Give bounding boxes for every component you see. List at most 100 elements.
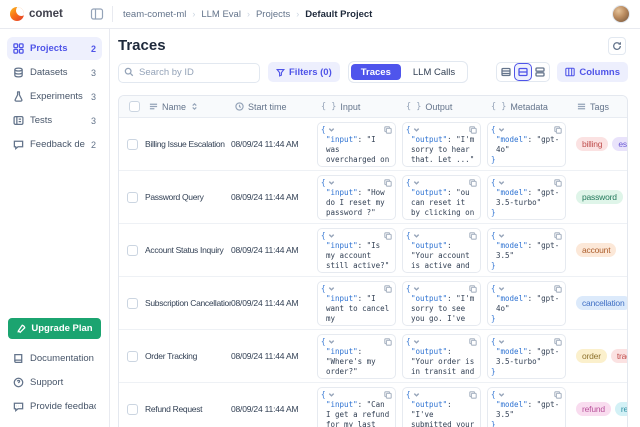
copy-icon[interactable] (384, 391, 392, 399)
row-checkbox[interactable] (127, 192, 138, 203)
chevron-down-icon[interactable] (328, 285, 335, 292)
input-json-cell[interactable]: { "input": "How do I reset my password ?… (317, 175, 396, 220)
chevron-down-icon[interactable] (328, 179, 335, 186)
chevron-down-icon[interactable] (328, 391, 335, 398)
metadata-json-cell[interactable]: { "model": "gpt-4o" } (487, 122, 566, 167)
chevron-down-icon[interactable] (498, 179, 505, 186)
comet-logo[interactable]: comet (0, 7, 78, 21)
refresh-button[interactable] (608, 37, 626, 55)
sidebar-toggle-icon[interactable] (90, 7, 104, 21)
tags-cell: billingescalation (573, 137, 627, 151)
copy-icon[interactable] (554, 391, 562, 399)
copy-icon[interactable] (554, 285, 562, 293)
copy-icon[interactable] (469, 391, 477, 399)
chevron-down-icon[interactable] (413, 232, 420, 239)
metadata-json-cell[interactable]: { "model": "gpt-3.5" } (487, 228, 566, 273)
table-row[interactable]: Password Query 08/09/24 11:44 AM { "inpu… (119, 171, 627, 224)
tab-llm-calls[interactable]: LLM Calls (403, 64, 465, 80)
density-small-button[interactable] (498, 64, 514, 80)
table-row[interactable]: Account Status Inquiry 08/09/24 11:44 AM… (119, 224, 627, 277)
output-json-cell[interactable]: { "output": "Your order is in transit an… (402, 334, 481, 379)
columns-button[interactable]: Columns (557, 62, 628, 82)
tab-traces[interactable]: Traces (351, 64, 401, 80)
copy-icon[interactable] (554, 338, 562, 346)
sidebar-item-documentation[interactable]: Documentation (7, 347, 102, 370)
tag-badge: cancellation (576, 296, 627, 310)
upgrade-plan-button[interactable]: Upgrade Plan (8, 318, 101, 339)
chevron-right-icon: › (296, 9, 299, 19)
select-all-checkbox[interactable] (129, 101, 140, 112)
chevron-down-icon[interactable] (328, 126, 335, 133)
chevron-down-icon[interactable] (413, 179, 420, 186)
chevron-down-icon[interactable] (413, 126, 420, 133)
copy-icon[interactable] (554, 179, 562, 187)
column-header-name[interactable]: Name (145, 102, 231, 112)
output-json-cell[interactable]: { "output": "Your account is active and … (402, 228, 481, 273)
chevron-down-icon[interactable] (498, 232, 505, 239)
table-row[interactable]: Refund Request 08/09/24 11:44 AM { "inpu… (119, 383, 627, 427)
input-json-cell[interactable]: { "input": "Is my account still active?"… (317, 228, 396, 273)
sidebar-item-experiments[interactable]: Experiments 3 (7, 85, 102, 108)
copy-icon[interactable] (384, 338, 392, 346)
copy-icon[interactable] (384, 285, 392, 293)
chevron-down-icon[interactable] (498, 285, 505, 292)
row-checkbox[interactable] (127, 351, 138, 362)
sidebar-item-tests[interactable]: Tests 3 (7, 109, 102, 132)
breadcrumb-project-group[interactable]: LLM Eval (201, 9, 241, 20)
copy-icon[interactable] (469, 338, 477, 346)
trace-name: Order Tracking (145, 351, 231, 361)
table-row[interactable]: Order Tracking 08/09/24 11:44 AM { "inpu… (119, 330, 627, 383)
output-json-cell[interactable]: { "output": "I've submitted your refund … (402, 387, 481, 427)
copy-icon[interactable] (554, 126, 562, 134)
metadata-json-cell[interactable]: { "model": "gpt-3.5-turbo" } (487, 334, 566, 379)
chevron-down-icon[interactable] (498, 391, 505, 398)
copy-icon[interactable] (469, 126, 477, 134)
row-checkbox[interactable] (127, 245, 138, 256)
copy-icon[interactable] (469, 285, 477, 293)
breadcrumb-projects[interactable]: Projects (256, 9, 290, 20)
copy-icon[interactable] (384, 179, 392, 187)
chevron-down-icon[interactable] (498, 126, 505, 133)
table-row[interactable]: Subscription Cancellation 08/09/24 11:44… (119, 277, 627, 330)
traces-table: Name Start time { } Input { } Output { } (118, 95, 628, 427)
table-body: Billing Issue Escalation 08/09/24 11:44 … (119, 118, 627, 427)
copy-icon[interactable] (384, 232, 392, 240)
copy-icon[interactable] (469, 232, 477, 240)
input-json-cell[interactable]: { "input": "I want to cancel my subscrip… (317, 281, 396, 326)
metadata-json-cell[interactable]: { "model": "gpt-4o" } (487, 281, 566, 326)
chevron-down-icon[interactable] (498, 338, 505, 345)
sidebar-item-feedback-definitions[interactable]: Feedback definitions 2 (7, 133, 102, 156)
output-json-cell[interactable]: { "output": "I'm sorry to hear that. Let… (402, 122, 481, 167)
chevron-down-icon[interactable] (328, 232, 335, 239)
input-json-cell[interactable]: { "input": "Where's my order?" } (317, 334, 396, 379)
output-json-cell[interactable]: { "output": "I'm sorry to see you go. I'… (402, 281, 481, 326)
chevron-down-icon[interactable] (328, 338, 335, 345)
row-checkbox[interactable] (127, 139, 138, 150)
row-checkbox[interactable] (127, 404, 138, 415)
metadata-json-cell[interactable]: { "model": "gpt-3.5" } (487, 387, 566, 427)
chevron-down-icon[interactable] (413, 338, 420, 345)
sidebar-item-datasets[interactable]: Datasets 3 (7, 61, 102, 84)
density-large-button[interactable] (532, 64, 548, 80)
input-json-cell[interactable]: { "input": "I was overcharged on my last… (317, 122, 396, 167)
copy-icon[interactable] (384, 126, 392, 134)
breadcrumb-workspace[interactable]: team-comet-ml (123, 9, 186, 20)
filters-button[interactable]: Filters (0) (268, 62, 340, 82)
table-row[interactable]: Billing Issue Escalation 08/09/24 11:44 … (119, 118, 627, 171)
top-bar: comet team-comet-ml › LLM Eval › Project… (0, 0, 640, 29)
metadata-json-cell[interactable]: { "model": "gpt-3.5-turbo" } (487, 175, 566, 220)
output-json-cell[interactable]: { "output": "ou can reset it by clicking… (402, 175, 481, 220)
input-json-cell[interactable]: { "input": "Can I get a refund for my la… (317, 387, 396, 427)
search-input[interactable] (118, 63, 260, 83)
sidebar-item-projects[interactable]: Projects 2 (7, 37, 102, 60)
sort-icon[interactable] (190, 102, 199, 111)
user-avatar[interactable] (612, 5, 630, 23)
chevron-down-icon[interactable] (413, 285, 420, 292)
sidebar-item-provide-feedback[interactable]: Provide feedback (7, 395, 102, 418)
chevron-down-icon[interactable] (413, 391, 420, 398)
sidebar-item-support[interactable]: Support (7, 371, 102, 394)
copy-icon[interactable] (469, 179, 477, 187)
copy-icon[interactable] (554, 232, 562, 240)
row-checkbox[interactable] (127, 298, 138, 309)
density-medium-button[interactable] (515, 64, 531, 80)
